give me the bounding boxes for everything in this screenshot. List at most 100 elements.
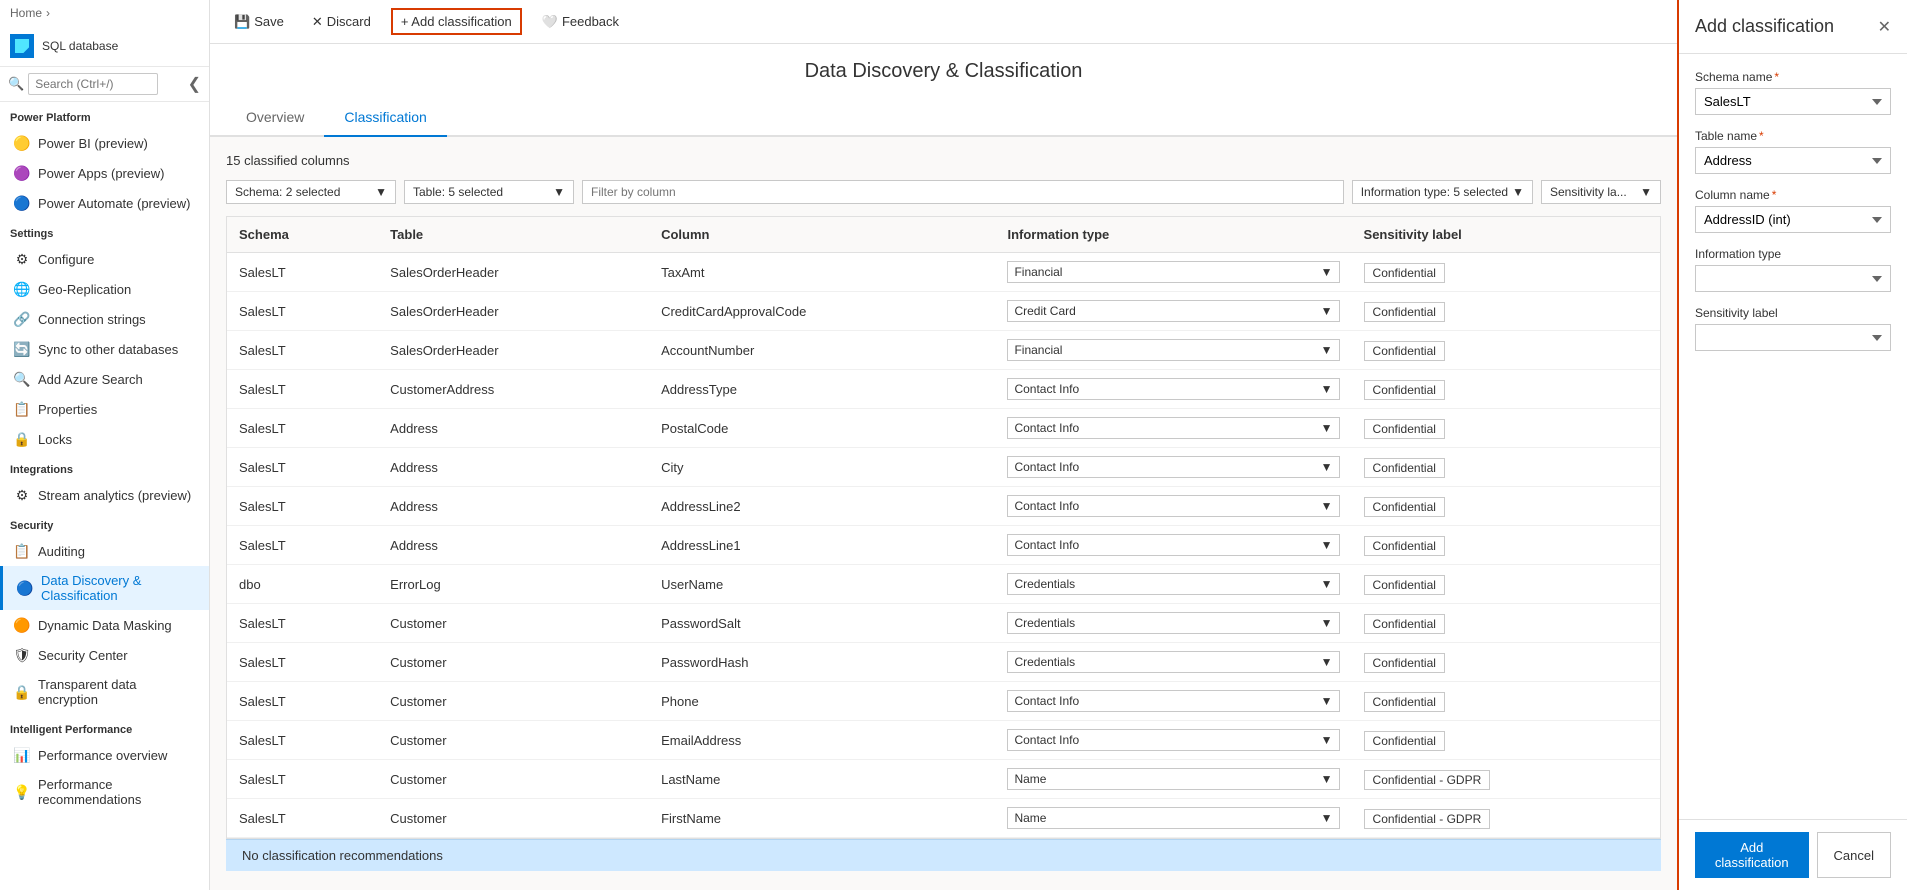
cell-column: Phone <box>649 682 995 721</box>
info-type-select[interactable]: Financial Credit Card Contact Info Crede… <box>1695 265 1891 292</box>
schema-filter-chevron-icon: ▼ <box>375 185 387 199</box>
schema-name-select[interactable]: SalesLT dbo <box>1695 88 1891 115</box>
sidebar-item-label: Stream analytics (preview) <box>38 488 191 503</box>
cell-info-type[interactable]: Name ▼ <box>995 799 1351 838</box>
sidebar-item-transparent-encryption[interactable]: 🔒 Transparent data encryption <box>0 670 209 714</box>
sidebar-item-dynamic-masking[interactable]: 🟠 Dynamic Data Masking <box>0 610 209 640</box>
column-filter-input[interactable] <box>582 180 1344 204</box>
schema-filter-dropdown[interactable]: Schema: 2 selected ▼ <box>226 180 396 204</box>
cell-info-type[interactable]: Credentials ▼ <box>995 643 1351 682</box>
panel-cancel-button[interactable]: Cancel <box>1817 832 1891 878</box>
sidebar-search-area: 🔍 ❮ <box>0 67 209 102</box>
tabs-bar: Overview Classification <box>210 99 1677 137</box>
cell-sensitivity: Confidential <box>1352 604 1660 643</box>
connection-strings-icon: 🔗 <box>14 311 30 327</box>
info-type-filter-dropdown[interactable]: Information type: 5 selected ▼ <box>1352 180 1533 204</box>
breadcrumb-home[interactable]: Home <box>10 6 42 20</box>
sidebar-item-locks[interactable]: 🔒 Locks <box>0 424 209 454</box>
add-classification-panel: Add classification ✕ Schema name* SalesL… <box>1677 0 1907 890</box>
sensitivity-filter-dropdown[interactable]: Sensitivity la... ▼ <box>1541 180 1661 204</box>
sidebar-item-geo-replication[interactable]: 🌐 Geo-Replication <box>0 274 209 304</box>
sensitivity-badge: Confidential <box>1364 380 1445 400</box>
table-name-select[interactable]: Address Customer CustomerAddress ErrorLo… <box>1695 147 1891 174</box>
sidebar-item-connection-strings[interactable]: 🔗 Connection strings <box>0 304 209 334</box>
column-name-select[interactable]: AddressID (int) AddressLine1 AddressLine… <box>1695 206 1891 233</box>
table-filter-dropdown[interactable]: Table: 5 selected ▼ <box>404 180 574 204</box>
collapse-button[interactable]: ❮ <box>188 74 201 94</box>
save-button[interactable]: 💾 Save <box>226 10 292 34</box>
sidebar-item-azure-search[interactable]: 🔍 Add Azure Search <box>0 364 209 394</box>
cell-info-type[interactable]: Financial ▼ <box>995 331 1351 370</box>
sidebar-item-auditing[interactable]: 📋 Auditing <box>0 536 209 566</box>
search-input[interactable] <box>28 73 158 95</box>
feedback-button[interactable]: 🤍 Feedback <box>534 10 627 34</box>
sensitivity-badge: Confidential - GDPR <box>1364 770 1491 790</box>
discard-button[interactable]: ✕ Discard <box>304 10 379 34</box>
cell-info-type[interactable]: Name ▼ <box>995 760 1351 799</box>
cell-info-type[interactable]: Credentials ▼ <box>995 565 1351 604</box>
panel-title: Add classification <box>1695 16 1834 37</box>
performance-overview-icon: 📊 <box>14 747 30 763</box>
add-classification-button[interactable]: + Add classification <box>391 8 522 35</box>
cell-column: AddressLine1 <box>649 526 995 565</box>
info-type-value: Name <box>1014 811 1046 825</box>
cell-info-type[interactable]: Contact Info ▼ <box>995 526 1351 565</box>
cell-info-type[interactable]: Financial ▼ <box>995 253 1351 292</box>
db-label: SQL database <box>42 39 118 53</box>
table-name-group: Table name* Address Customer CustomerAdd… <box>1695 129 1891 174</box>
sidebar-item-stream-analytics[interactable]: ⚙ Stream analytics (preview) <box>0 480 209 510</box>
cell-info-type[interactable]: Contact Info ▼ <box>995 721 1351 760</box>
cell-info-type[interactable]: Contact Info ▼ <box>995 448 1351 487</box>
table-row: SalesLT Customer EmailAddress Contact In… <box>227 721 1660 760</box>
cell-table: Customer <box>378 799 649 838</box>
sensitivity-badge: Confidential <box>1364 614 1445 634</box>
power-automate-icon: 🔵 <box>14 195 30 211</box>
panel-body: Schema name* SalesLT dbo Table name* Add… <box>1679 54 1907 819</box>
cell-info-type[interactable]: Contact Info ▼ <box>995 409 1351 448</box>
sidebar-item-data-discovery[interactable]: 🔵 Data Discovery & Classification <box>0 566 209 610</box>
cell-info-type[interactable]: Contact Info ▼ <box>995 682 1351 721</box>
breadcrumb-separator: › <box>46 6 50 20</box>
cell-table: Customer <box>378 643 649 682</box>
sidebar-item-properties[interactable]: 📋 Properties <box>0 394 209 424</box>
tab-classification[interactable]: Classification <box>324 99 446 137</box>
info-type-chevron-icon: ▼ <box>1321 811 1333 825</box>
panel-add-classification-button[interactable]: Add classification <box>1695 832 1809 878</box>
section-label-settings: Settings <box>0 218 209 244</box>
cell-schema: SalesLT <box>227 253 378 292</box>
cell-table: Customer <box>378 760 649 799</box>
cell-sensitivity: Confidential <box>1352 526 1660 565</box>
sidebar-item-sync-databases[interactable]: 🔄 Sync to other databases <box>0 334 209 364</box>
sidebar-item-security-center[interactable]: 🛡 Security Center <box>0 640 209 670</box>
sidebar-item-power-automate[interactable]: 🔵 Power Automate (preview) <box>0 188 209 218</box>
sidebar-item-power-apps[interactable]: 🟣 Power Apps (preview) <box>0 158 209 188</box>
tab-overview[interactable]: Overview <box>226 99 324 137</box>
cell-info-type[interactable]: Credit Card ▼ <box>995 292 1351 331</box>
sensitivity-label-select[interactable]: Confidential Confidential - GDPR Public <box>1695 324 1891 351</box>
col-header-column: Column <box>649 217 995 253</box>
cell-sensitivity: Confidential <box>1352 643 1660 682</box>
sidebar-item-configure[interactable]: ⚙ Configure <box>0 244 209 274</box>
cell-info-type[interactable]: Contact Info ▼ <box>995 370 1351 409</box>
stream-analytics-icon: ⚙ <box>14 487 30 503</box>
sidebar-item-label: Power BI (preview) <box>38 136 148 151</box>
sensitivity-badge: Confidential <box>1364 341 1445 361</box>
cell-table: Address <box>378 448 649 487</box>
sidebar-item-power-bi[interactable]: 🟡 Power BI (preview) <box>0 128 209 158</box>
cell-table: Address <box>378 409 649 448</box>
cell-info-type[interactable]: Contact Info ▼ <box>995 487 1351 526</box>
sidebar-item-performance-recommendations[interactable]: 💡 Performance recommendations <box>0 770 209 814</box>
cell-info-type[interactable]: Credentials ▼ <box>995 604 1351 643</box>
table-row: SalesLT SalesOrderHeader TaxAmt Financia… <box>227 253 1660 292</box>
sidebar-item-label: Configure <box>38 252 94 267</box>
panel-close-button[interactable]: ✕ <box>1878 17 1891 37</box>
info-type-value: Contact Info <box>1014 694 1079 708</box>
cell-schema: SalesLT <box>227 331 378 370</box>
info-type-value: Financial <box>1014 343 1062 357</box>
cell-sensitivity: Confidential <box>1352 448 1660 487</box>
sidebar-item-label: Power Apps (preview) <box>38 166 164 181</box>
cell-schema: SalesLT <box>227 526 378 565</box>
sidebar-item-performance-overview[interactable]: 📊 Performance overview <box>0 740 209 770</box>
sensitivity-badge: Confidential <box>1364 458 1445 478</box>
sensitivity-badge: Confidential <box>1364 731 1445 751</box>
